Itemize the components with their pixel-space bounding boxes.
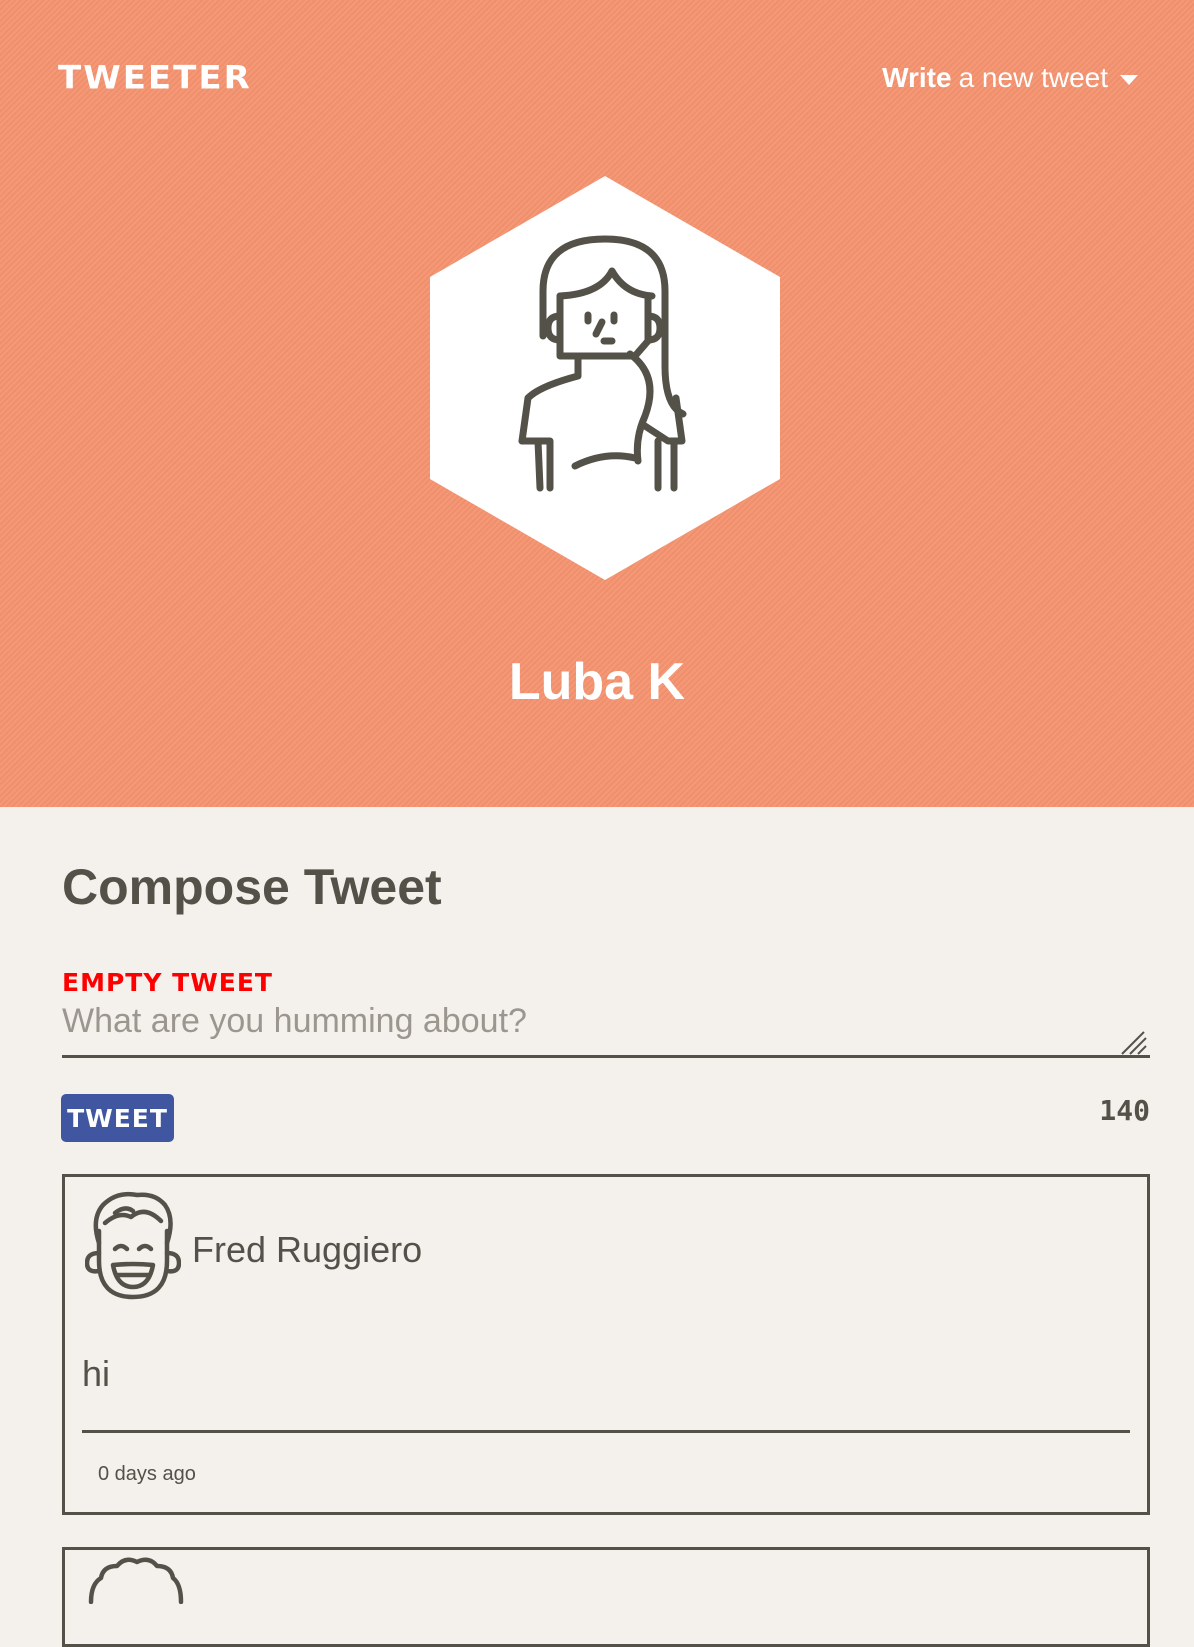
curly-hair-avatar-icon [88, 1557, 184, 1604]
tweet-card: Fred Ruggiero hi 0 days ago [62, 1174, 1150, 1515]
profile-header: TWEETER Write a new tweet Luba K [0, 0, 1194, 807]
tweet-text: hi [82, 1353, 111, 1394]
tweet-divider [82, 1430, 1130, 1433]
tweet-card [62, 1547, 1150, 1647]
error-message: EMPTY TWEET [62, 968, 273, 997]
profile-name: Luba K [508, 653, 686, 711]
resize-grip-icon[interactable] [1118, 1030, 1148, 1056]
character-counter: 140 [1099, 1094, 1150, 1127]
write-new-tweet-toggle[interactable]: Write a new tweet [882, 62, 1138, 94]
write-label-rest: a new tweet [958, 62, 1108, 93]
tweet-timestamp: 0 days ago [98, 1463, 196, 1485]
compose-title: Compose Tweet [62, 859, 442, 915]
write-label-bold: Write [882, 62, 952, 93]
profile-avatar [430, 176, 780, 580]
tweet-submit-button[interactable]: TWEET [61, 1094, 174, 1142]
tweet-text-input[interactable] [62, 996, 1150, 1058]
tweet-author-name: Fred Ruggiero [192, 1229, 423, 1270]
caret-down-icon [1120, 75, 1138, 85]
smiling-man-avatar-icon [85, 1191, 181, 1300]
brand-logo[interactable]: TWEETER [58, 59, 252, 97]
